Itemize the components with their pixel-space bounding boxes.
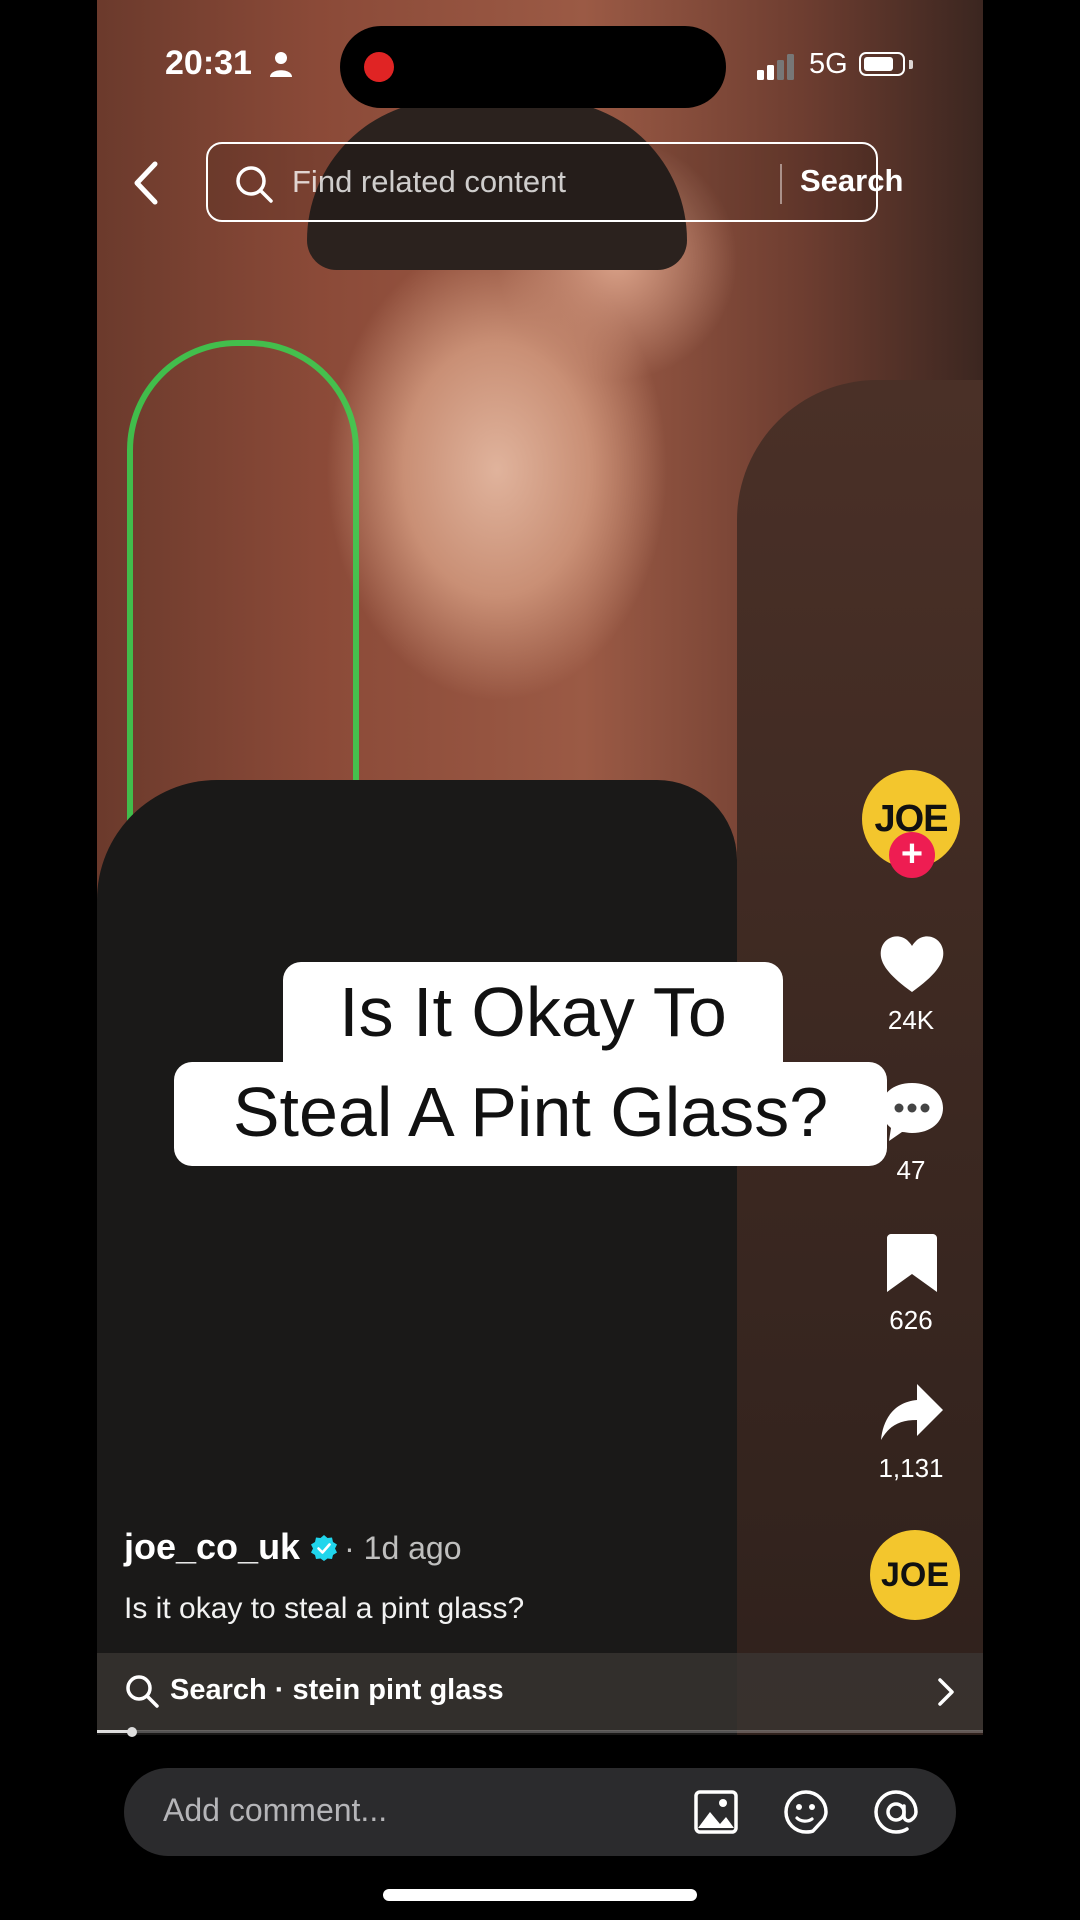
author-name[interactable]: joe_co_uk bbox=[124, 1526, 300, 1567]
background-arch bbox=[127, 340, 359, 826]
network-label: 5G bbox=[809, 48, 848, 80]
related-search-bar[interactable]: Search · stein pint glass bbox=[97, 1653, 983, 1731]
share-icon[interactable] bbox=[877, 1378, 947, 1448]
comment-icon[interactable] bbox=[877, 1077, 947, 1147]
comment-input[interactable]: Add comment... bbox=[163, 1792, 387, 1829]
related-search-label: Search · stein pint glass bbox=[170, 1674, 504, 1706]
status-bar: 20:31 5G bbox=[97, 0, 983, 130]
mention-icon[interactable] bbox=[872, 1788, 920, 1836]
home-indicator[interactable] bbox=[383, 1889, 697, 1901]
emoji-icon[interactable] bbox=[782, 1788, 830, 1836]
search-bar[interactable]: Find related content Search bbox=[206, 142, 903, 222]
search-input[interactable]: Find related content bbox=[292, 164, 566, 200]
image-icon[interactable] bbox=[692, 1788, 740, 1836]
video-progress-handle[interactable] bbox=[127, 1727, 138, 1737]
dynamic-island bbox=[340, 26, 726, 108]
bookmark-icon[interactable] bbox=[877, 1228, 947, 1298]
status-time: 20:31 bbox=[165, 44, 252, 82]
heart-icon[interactable] bbox=[877, 930, 947, 1000]
battery-cap bbox=[909, 60, 913, 69]
comment-count: 47 bbox=[896, 1155, 926, 1185]
person-icon bbox=[270, 52, 292, 77]
follow-button[interactable]: + bbox=[889, 832, 935, 878]
recording-indicator bbox=[364, 52, 394, 82]
phone-screen: 20:31 5G Find related content Search Is … bbox=[97, 0, 983, 1920]
battery-icon bbox=[859, 52, 905, 76]
comment-bar[interactable]: Add comment... bbox=[124, 1768, 956, 1856]
search-button[interactable]: Search bbox=[800, 163, 903, 199]
like-count: 24K bbox=[887, 1005, 935, 1035]
back-icon[interactable] bbox=[127, 158, 167, 208]
chevron-right-icon bbox=[938, 1678, 954, 1706]
battery-level bbox=[864, 57, 893, 71]
video-player[interactable] bbox=[97, 0, 983, 1735]
verified-icon bbox=[311, 1535, 338, 1561]
video-progress-bar[interactable] bbox=[97, 1727, 983, 1737]
caption-line-1: Is It Okay To bbox=[283, 962, 783, 1062]
search-icon bbox=[126, 1675, 159, 1708]
search-icon bbox=[236, 166, 273, 203]
search-divider bbox=[780, 164, 782, 204]
caption-line-2: Steal A Pint Glass? bbox=[174, 1062, 887, 1166]
share-count: 1,131 bbox=[878, 1453, 944, 1483]
post-time: · 1d ago bbox=[344, 1530, 462, 1566]
sound-disc[interactable]: JOE bbox=[870, 1530, 960, 1620]
post-description[interactable]: Is it okay to steal a pint glass? bbox=[124, 1592, 524, 1626]
author-row: joe_co_uk · 1d ago bbox=[124, 1526, 462, 1568]
signal-icon bbox=[757, 54, 794, 80]
save-count: 626 bbox=[889, 1305, 933, 1335]
